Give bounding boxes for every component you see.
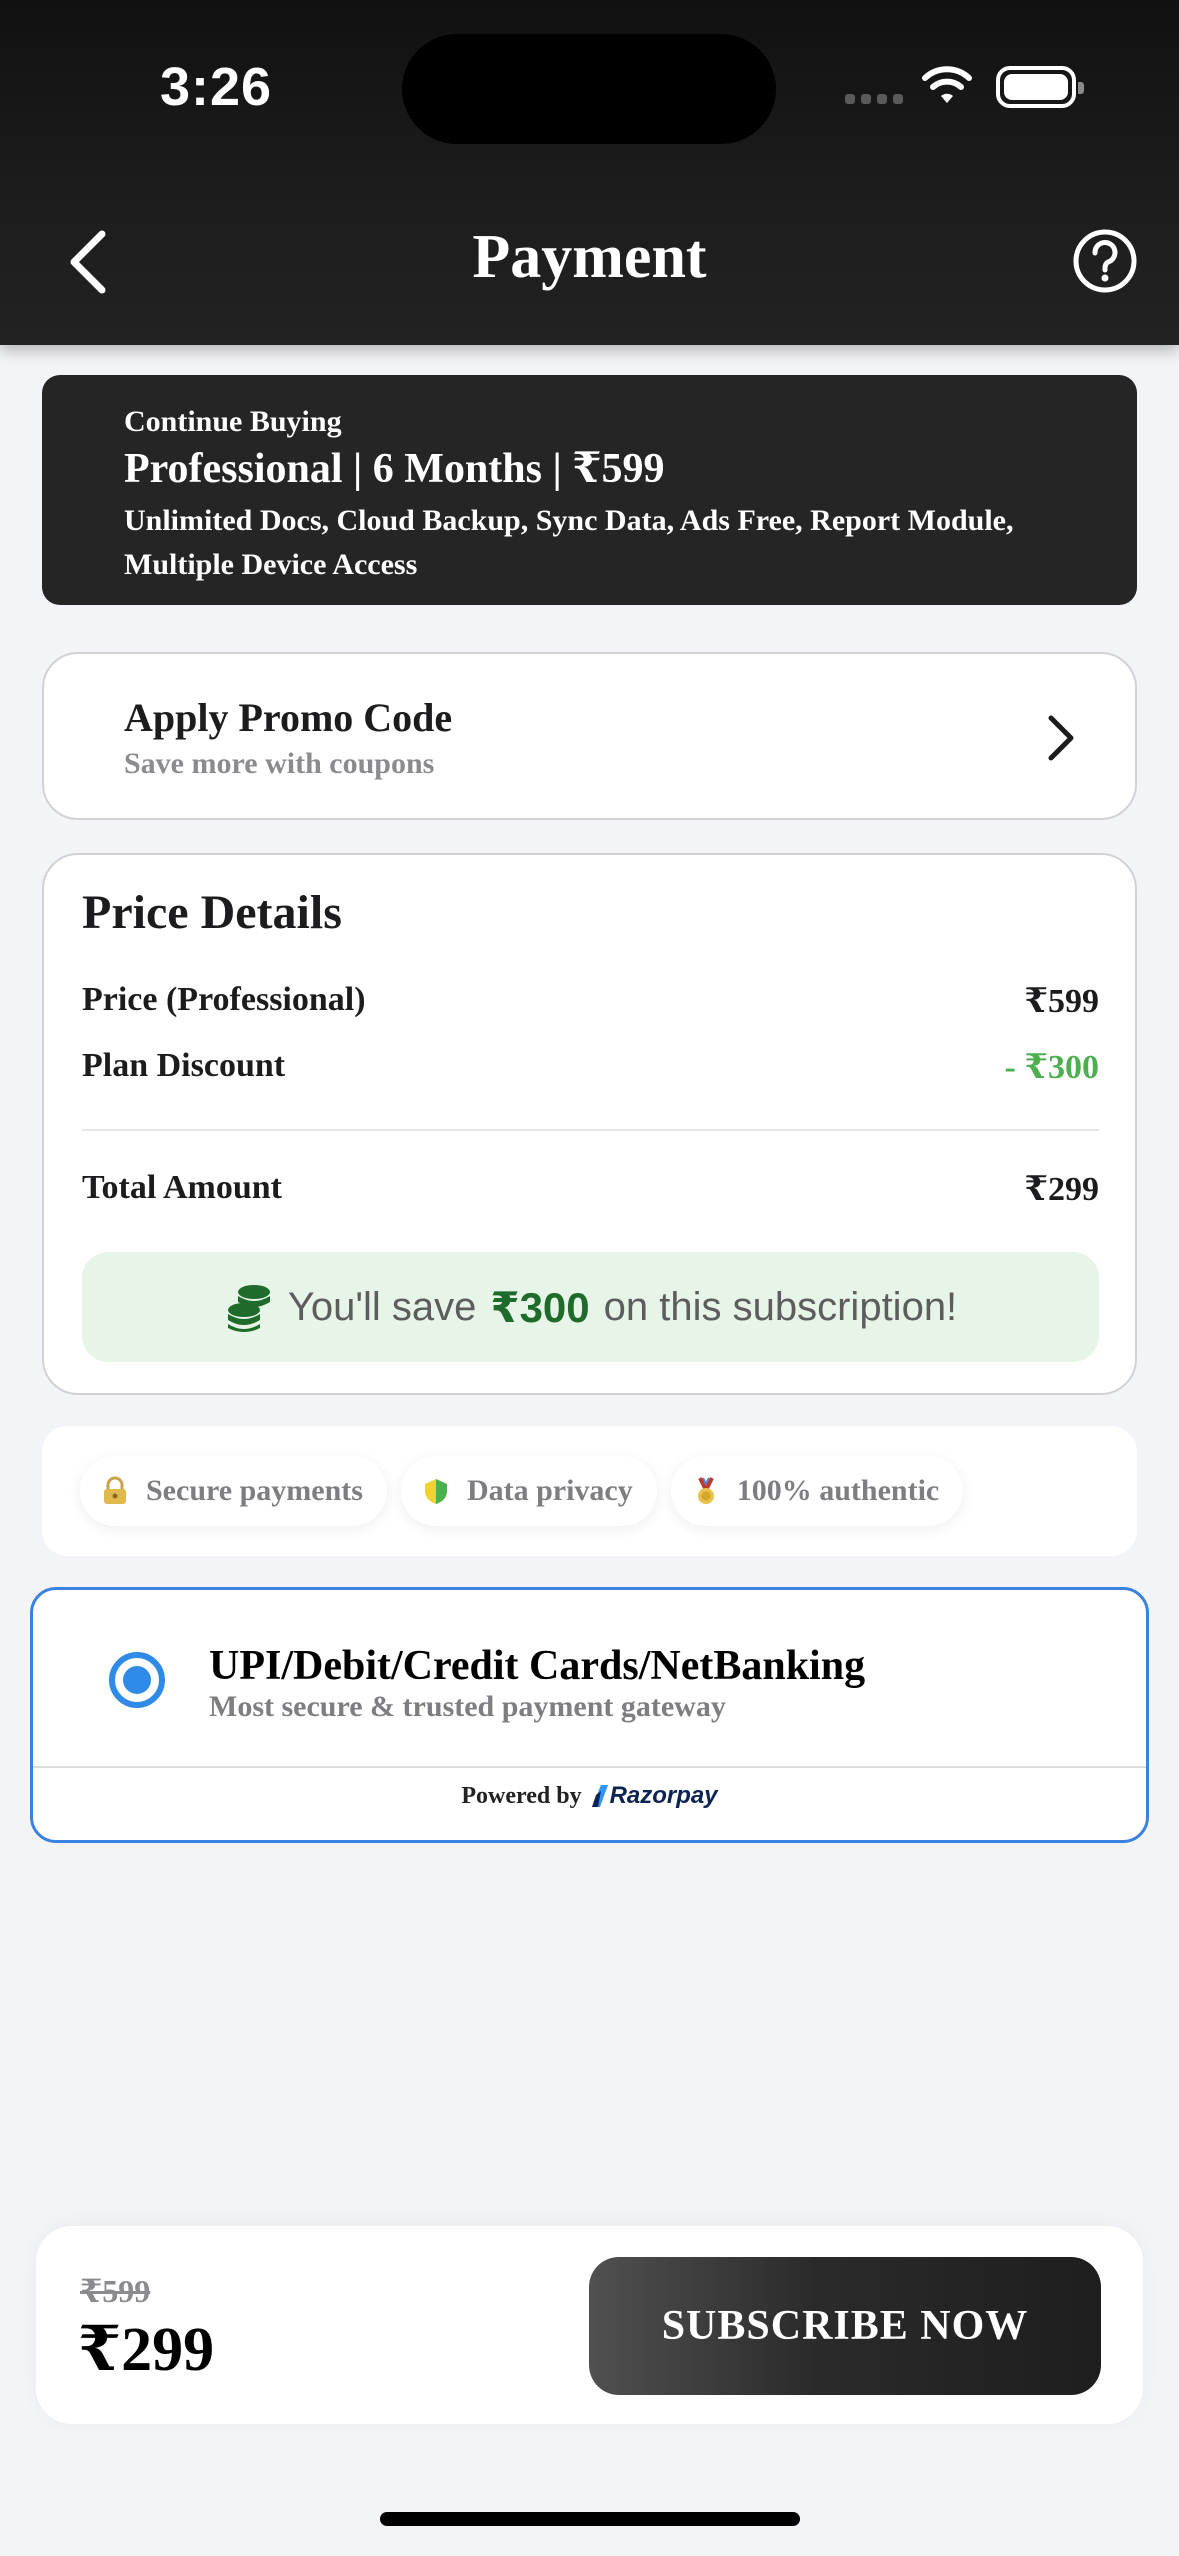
total-row: Total Amount ₹299 <box>82 1169 1099 1209</box>
cellular-signal-icon <box>845 94 903 104</box>
price-value: ₹599 <box>1024 983 1099 1020</box>
savings-suffix: on this subscription! <box>603 1284 958 1329</box>
original-price: ₹599 <box>80 2273 151 2309</box>
divider <box>82 1129 1099 1131</box>
razorpay-mark-icon <box>591 1785 608 1807</box>
battery-icon <box>996 66 1084 108</box>
plan-features: Unlimited Docs, Cloud Backup, Sync Data,… <box>124 504 1014 581</box>
price-details-title: Price Details <box>82 886 342 939</box>
home-indicator[interactable] <box>380 2512 800 2526</box>
plan-name: Professional | 6 Months | ₹599 <box>124 446 665 492</box>
price-row: Price (Professional) ₹599 <box>82 981 1099 1021</box>
price-label: Price (Professional) <box>82 981 366 1018</box>
discount-label: Plan Discount <box>82 1047 286 1084</box>
checkout-bar: ₹599 ₹299 SUBSCRIBE NOW <box>36 2226 1143 2424</box>
final-price: ₹299 <box>78 2316 215 2384</box>
savings-amount: ₹300 <box>490 1283 590 1331</box>
page-title: Payment <box>472 223 707 291</box>
medal-icon <box>697 1477 714 1504</box>
powered-by-label: Powered by <box>461 1782 582 1809</box>
chevron-right-icon <box>1048 715 1074 761</box>
savings-prefix: You'll save <box>287 1284 477 1329</box>
discount-value: - ₹300 <box>1004 1049 1099 1086</box>
wifi-icon <box>922 66 972 103</box>
total-value: ₹299 <box>1024 1171 1099 1208</box>
trust-badge-label: 100% authentic <box>736 1474 940 1507</box>
razorpay-logo: Razorpay <box>591 1782 718 1810</box>
payment-method-option[interactable]: UPI/Debit/Credit Cards/NetBanking Most s… <box>30 1587 1149 1843</box>
plan-eyebrow: Continue Buying <box>124 405 342 438</box>
promo-title: Apply Promo Code <box>124 695 453 740</box>
radio-selected-dot <box>123 1666 151 1694</box>
apply-promo-code-button[interactable]: Apply Promo Code Save more with coupons <box>42 652 1137 820</box>
promo-subtitle: Save more with coupons <box>124 747 435 780</box>
dynamic-island <box>402 34 776 144</box>
razorpay-wordmark: Razorpay <box>609 1782 718 1809</box>
shield-leaf-icon <box>424 1479 447 1504</box>
trust-badge-label: Secure payments <box>146 1474 363 1507</box>
trust-badge: 100% authentic <box>670 1456 964 1526</box>
lock-key-icon <box>104 1476 126 1504</box>
help-icon[interactable] <box>1072 228 1138 294</box>
plan-summary-card: Continue Buying Professional | 6 Months … <box>42 375 1137 605</box>
coins-icon <box>227 1285 270 1332</box>
payment-method-radio[interactable] <box>109 1652 165 1708</box>
divider <box>33 1766 1146 1768</box>
price-details-card: Price Details Price (Professional) ₹599 … <box>42 853 1137 1395</box>
app-header: 3:26 Payment <box>0 0 1179 345</box>
trust-badge: Data privacy <box>400 1456 657 1526</box>
subscribe-now-button[interactable]: SUBSCRIBE NOW <box>589 2257 1101 2395</box>
trust-badges-card: Secure payments Data privacy 100% authen… <box>42 1426 1137 1556</box>
trust-badge: Secure payments <box>80 1456 387 1526</box>
payment-method-subtitle: Most secure & trusted payment gateway <box>209 1690 726 1723</box>
powered-by: Powered by Razorpay <box>33 1782 1146 1810</box>
trust-badge-label: Data privacy <box>466 1474 633 1507</box>
status-time: 3:26 <box>160 57 273 117</box>
discount-row: Plan Discount - ₹300 <box>82 1047 1099 1087</box>
payment-method-title: UPI/Debit/Credit Cards/NetBanking <box>209 1643 866 1689</box>
total-label: Total Amount <box>82 1169 282 1206</box>
savings-banner: You'll save ₹300 on this subscription! <box>82 1252 1099 1362</box>
